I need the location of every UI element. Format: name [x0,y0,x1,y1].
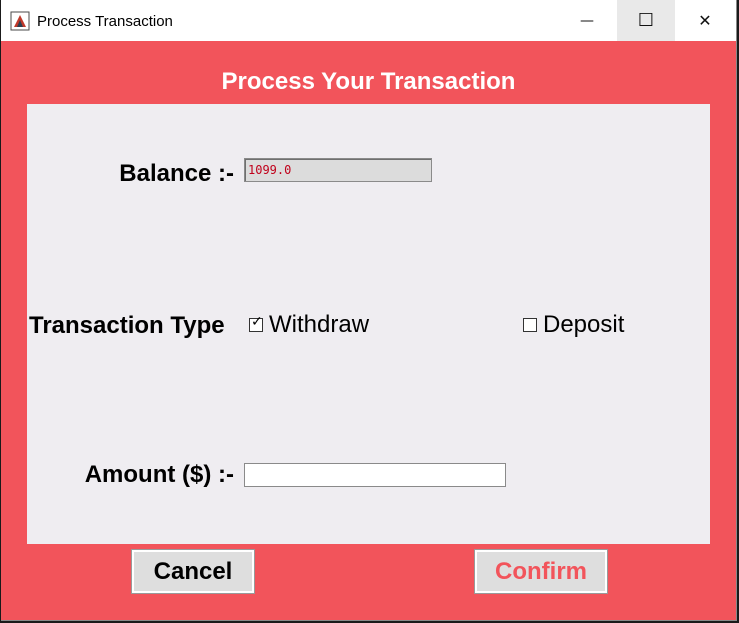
checkmark-icon: ✓ [251,314,263,330]
amount-label: Amount ($) :- [84,461,234,488]
minimize-button[interactable]: — [558,0,616,41]
java-app-icon [10,11,30,31]
close-icon: ✕ [698,11,712,30]
maximize-button[interactable]: ☐ [617,0,675,41]
cancel-button[interactable]: Cancel [131,549,255,594]
deposit-checkbox[interactable]: Deposit [523,311,624,339]
withdraw-checkbox-box[interactable]: ✓ [249,314,263,332]
deposit-label: Deposit [543,311,625,338]
confirm-button[interactable]: Confirm [474,549,608,594]
balance-label: Balance :- [119,160,234,187]
window-title: Process Transaction [37,13,173,30]
withdraw-checkbox[interactable]: ✓ Withdraw [249,311,369,339]
minimize-icon: — [580,12,594,29]
process-transaction-window: Process Transaction — ☐ ✕ Process Your T… [1,0,737,621]
title-bar[interactable]: Process Transaction — ☐ ✕ [1,0,736,41]
page-title: Process Your Transaction [221,68,516,95]
balance-field: 1099.0 [244,158,432,182]
maximize-icon: ☐ [637,10,655,31]
amount-input[interactable] [244,463,506,487]
deposit-checkbox-box[interactable] [523,318,537,332]
transaction-form-panel: Balance :- 1099.0 Transaction Type ✓ Wit… [27,104,710,544]
close-button[interactable]: ✕ [676,0,734,41]
withdraw-label: Withdraw [269,311,370,338]
transaction-type-label: Transaction Type [29,312,225,339]
